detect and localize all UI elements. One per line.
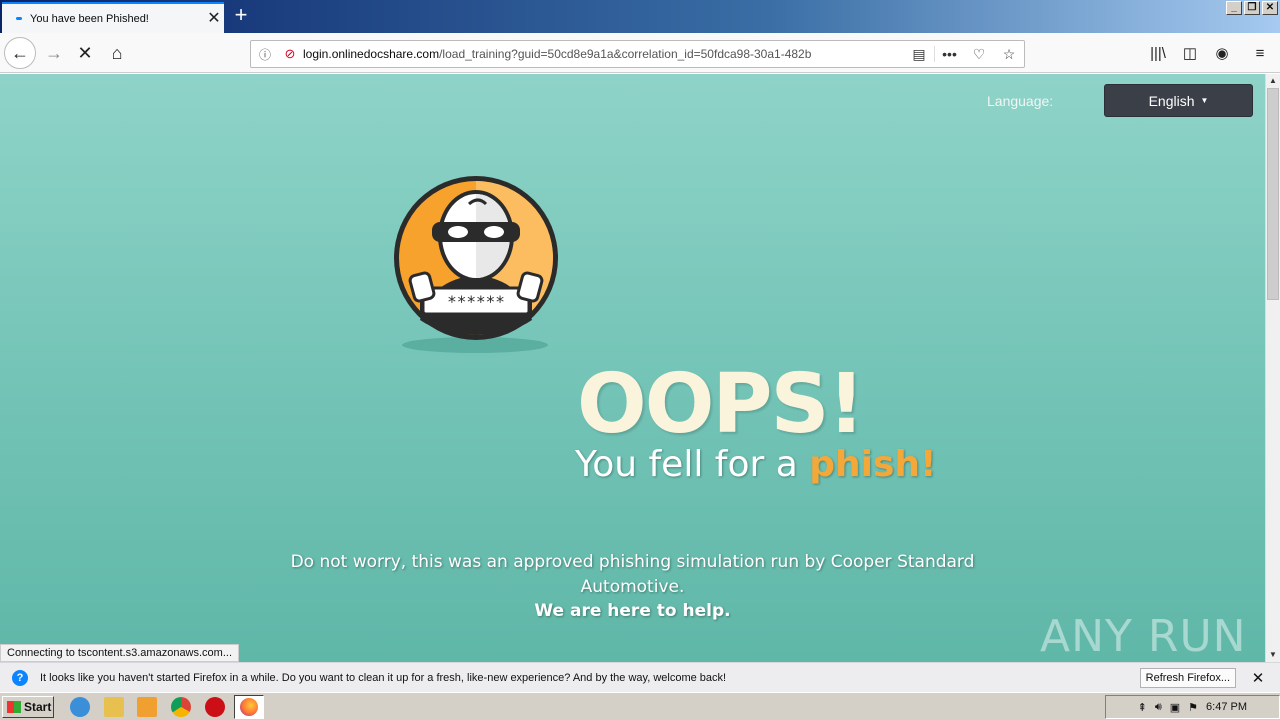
bookmark-star-icon[interactable]: ☆ — [994, 46, 1024, 63]
refresh-firefox-button[interactable]: Refresh Firefox... — [1139, 667, 1236, 688]
explanation-message: Do not worry, this was an approved phish… — [290, 552, 975, 597]
media-player-icon[interactable] — [137, 697, 157, 717]
back-button[interactable]: ← — [4, 37, 36, 69]
tab-title: You have been Phished! — [30, 12, 149, 25]
address-bar[interactable]: ⓘ ⊘ login.onlinedocshare.com/load_traini… — [250, 40, 1025, 68]
status-bar: Connecting to tscontent.s3.amazonaws.com… — [0, 644, 240, 662]
chrome-icon[interactable] — [171, 697, 191, 717]
window-controls: _ ❐ ✕ — [1226, 1, 1278, 15]
menu-icon[interactable]: ≡ — [1244, 37, 1276, 69]
language-value: English — [1148, 92, 1195, 109]
mascot-caption: ****** — [447, 292, 505, 311]
scroll-up-icon[interactable]: ▲ — [1266, 74, 1280, 88]
headline: OOPS! — [577, 357, 865, 452]
notification-bar: ? It looks like you haven't started Fire… — [0, 662, 1280, 692]
system-tray: ⇞ 🔊︎ ▣ ⚑ 6:47 PM — [1105, 695, 1280, 719]
restore-button[interactable]: ❐ — [1244, 1, 1260, 15]
site-info-icon[interactable]: ⓘ — [259, 46, 277, 63]
caret-down-icon: ▼ — [1200, 96, 1209, 105]
tab-active[interactable]: You have been Phished! ✕ — [2, 2, 224, 33]
start-label: Start — [24, 700, 52, 714]
sidebar-icon[interactable]: ◫ — [1174, 37, 1206, 69]
anyrun-watermark: ANY RUN — [1040, 611, 1247, 662]
page-content: Language: English ▼ ****** OOPS! You fel… — [0, 74, 1265, 662]
subheadline-prefix: You fell for a — [575, 444, 810, 485]
nav-bar: ← → ✕ ⌂ ⓘ ⊘ login.onlinedocshare.com/loa… — [0, 33, 1280, 73]
vertical-scrollbar[interactable]: ▲ ▼ — [1265, 74, 1280, 662]
firefox-icon — [240, 698, 258, 716]
phisher-mascot-illustration: ****** — [394, 176, 558, 353]
stop-button[interactable]: ✕ — [69, 37, 101, 69]
scroll-thumb[interactable] — [1267, 88, 1279, 300]
url-text[interactable]: login.onlinedocshare.com/load_training?g… — [303, 47, 904, 61]
insecure-lock-icon[interactable]: ⊘ — [277, 46, 303, 62]
tab-close-icon[interactable]: ✕ — [204, 10, 224, 27]
scroll-down-icon[interactable]: ▼ — [1266, 648, 1280, 662]
action-center-flag-icon[interactable]: ⚑ — [1188, 701, 1198, 714]
explorer-icon[interactable] — [104, 697, 124, 717]
home-button[interactable]: ⌂ — [101, 37, 133, 69]
volume-icon[interactable]: 🔊︎ — [1155, 701, 1162, 714]
library-icon[interactable]: |||\ — [1142, 37, 1174, 69]
tab-strip: You have been Phished! ✕ + _ ❐ ✕ — [0, 0, 1280, 33]
start-button[interactable]: Start — [2, 696, 54, 718]
account-icon[interactable]: ◉ — [1206, 37, 1238, 69]
forward-button[interactable]: → — [38, 37, 70, 69]
opera-icon[interactable] — [205, 697, 225, 717]
subheadline: You fell for a phish! — [575, 444, 936, 485]
language-label: Language: — [987, 93, 1054, 109]
network-icon[interactable]: ▣ — [1170, 701, 1180, 714]
tray-expand-icon[interactable]: ⇞ — [1138, 701, 1147, 714]
notification-text: It looks like you haven't started Firefo… — [40, 671, 727, 684]
help-message: We are here to help. — [534, 601, 731, 621]
minimize-button[interactable]: _ — [1226, 1, 1242, 15]
window-close-button[interactable]: ✕ — [1262, 1, 1278, 15]
reader-view-icon[interactable]: ▤ — [904, 46, 934, 63]
language-dropdown[interactable]: English ▼ — [1104, 84, 1253, 117]
subheadline-emphasis: phish! — [809, 444, 937, 485]
pocket-icon[interactable]: ♡ — [964, 46, 994, 63]
ie-icon[interactable] — [70, 697, 90, 717]
firefox-taskbar-button[interactable] — [234, 695, 264, 719]
loading-indicator-icon — [16, 17, 22, 20]
taskbar: Start ⇞ 🔊︎ ▣ ⚑ 6:47 PM — [0, 692, 1280, 720]
notification-close-icon[interactable]: ✕ — [1248, 669, 1268, 687]
question-icon: ? — [12, 669, 28, 686]
new-tab-button[interactable]: + — [230, 4, 252, 28]
page-actions-icon[interactable]: ••• — [934, 46, 964, 62]
clock[interactable]: 6:47 PM — [1206, 701, 1247, 713]
windows-logo-icon — [7, 701, 21, 713]
